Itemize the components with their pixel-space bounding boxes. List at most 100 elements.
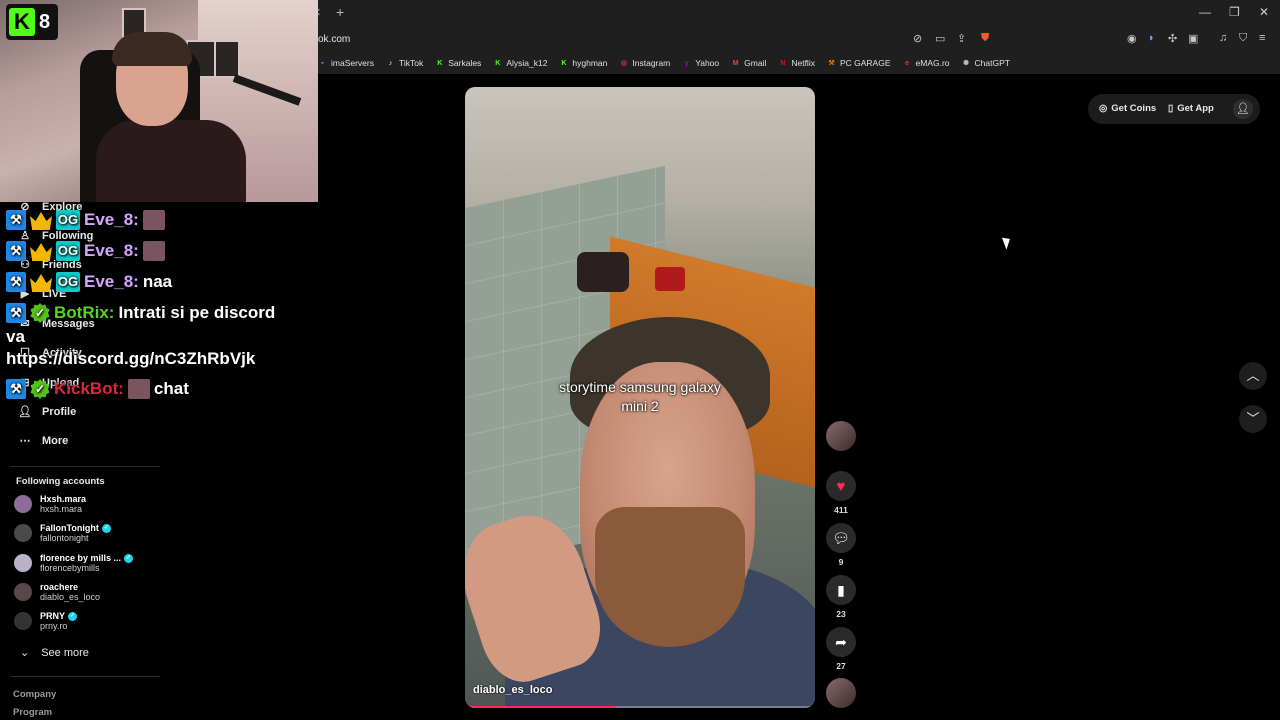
see-more-button[interactable]: ⌄ See more [20, 646, 89, 660]
bookmark-gmail[interactable]: M Gmail [731, 58, 767, 68]
music-disc-icon [826, 678, 856, 708]
menu-icon[interactable]: ≡ [1259, 32, 1265, 44]
moderator-hammer-icon: ⚒ [6, 303, 26, 323]
yahoo-icon: y [684, 59, 689, 67]
sidebar-item-label: Profile [42, 405, 77, 418]
profile-icon: 👤︎ [18, 406, 32, 418]
brave-shield-icon[interactable]: ⛊ [981, 32, 989, 45]
verified-icon: ✓ [124, 553, 134, 563]
bookmark-label: Netflix [791, 58, 815, 68]
chat-username: Eve_8: [84, 241, 139, 260]
url-input[interactable]: ok.com [318, 34, 350, 45]
vpn-shield-icon[interactable]: ⛉ [1239, 32, 1247, 45]
previous-video-button[interactable]: ︿ [1239, 362, 1267, 390]
restore-icon[interactable]: ❐ [1229, 5, 1240, 19]
verified-bot-icon: ✓ [30, 379, 50, 399]
server-icon: ▪ [321, 59, 324, 67]
save-button[interactable]: ▮ 23 [826, 575, 856, 619]
video-pot [577, 252, 629, 292]
chat-link[interactable]: https://discord.gg/nC3ZhRbVjk [6, 349, 255, 369]
crown-badge-icon [30, 243, 52, 261]
next-video-button[interactable]: ﹀ [1239, 405, 1267, 433]
verified-icon: ✓ [101, 523, 111, 533]
kick-logo: K 8 [6, 4, 58, 40]
bookmark-emag-ro[interactable]: e eMAG.ro [903, 58, 949, 68]
comment-button[interactable]: 💬︎ 9 [826, 523, 856, 567]
heart-icon: ♥ [826, 471, 856, 501]
share-button[interactable]: ➦ 27 [826, 627, 856, 671]
new-tab-button[interactable]: + [336, 4, 344, 20]
following-account-item[interactable]: PRNY ✓ prny.ro [14, 611, 78, 631]
get-coins-button[interactable]: ◎ Get Coins [1099, 103, 1156, 114]
cam-wall-picture [214, 40, 240, 78]
bookmark-sarkales[interactable]: K Sarkales [435, 58, 481, 68]
avatar [826, 421, 856, 451]
puzzle-icon[interactable]: ✣ [1168, 32, 1177, 45]
account-username: fallontonight [40, 533, 89, 543]
bookmark-yahoo[interactable]: y Yahoo [682, 58, 719, 68]
chat-username: Eve_8: [84, 210, 139, 229]
account-text: florence by mills ... ✓ florencebymills [40, 553, 134, 573]
no-tracking-icon[interactable]: ⊘ [913, 32, 922, 45]
kick-icon: K [495, 59, 501, 67]
music-disc-button[interactable] [826, 678, 856, 708]
get-app-label: Get App [1177, 103, 1214, 114]
extension-icon[interactable]: ◉ [1127, 32, 1137, 45]
share-arrow-icon: ➦ [826, 627, 856, 657]
avatar [14, 612, 32, 630]
bookmark-label: Alysia_k12 [506, 58, 548, 68]
crown-badge-icon [30, 212, 52, 230]
sidebar-item-label: More [42, 434, 69, 447]
logo-number: 8 [39, 10, 51, 33]
account-name: roachere [40, 582, 79, 592]
comment-icon: 💬︎ [826, 523, 856, 553]
moderator-hammer-icon: ⚒ [6, 241, 26, 261]
bookmark-imaservers[interactable]: ▪ imaServers [318, 58, 374, 68]
bookmark-instagram[interactable]: ◎ Instagram [619, 58, 670, 68]
creator-avatar-button[interactable] [826, 421, 856, 451]
media-icon[interactable]: ♫ [1219, 32, 1227, 44]
account-name: Hxsh.mara [40, 494, 87, 504]
bookmark-alysia-k12[interactable]: K Alysia_k12 [493, 58, 547, 68]
video-player[interactable]: storytime samsung galaxy mini 2 diablo_e… [465, 87, 815, 708]
sidebar-item-profile[interactable]: 👤︎ Profile [18, 405, 77, 419]
share-icon[interactable]: ⇪ [957, 32, 966, 45]
crown-badge-icon [30, 274, 52, 292]
minimize-icon[interactable]: — [1199, 5, 1211, 19]
cam-person-body [96, 120, 246, 202]
like-button[interactable]: ♥ 411 [826, 471, 856, 515]
bookmark-netflix[interactable]: N Netflix [778, 58, 815, 68]
og-badge-icon: OG [56, 210, 80, 230]
chat-message: ⚒ OG Eve_8: [6, 241, 165, 261]
close-window-icon[interactable]: ✕ [1259, 5, 1269, 19]
following-account-item[interactable]: Hxsh.mara hxsh.mara [14, 494, 86, 514]
sidebar-toggle-icon[interactable]: ▣ [1188, 32, 1198, 45]
bookmark-tiktok[interactable]: ♪ TikTok [386, 58, 424, 68]
video-author[interactable]: diablo_es_loco [473, 684, 552, 696]
following-account-item[interactable]: roachere diablo_es_loco [14, 582, 100, 602]
video-caption: storytime samsung galaxy mini 2 [465, 378, 815, 416]
og-badge-icon: OG [56, 241, 80, 261]
account-text: PRNY ✓ prny.ro [40, 611, 78, 631]
account-name-row: roachere [40, 582, 100, 592]
footer-program-link[interactable]: Program [13, 707, 52, 718]
bookmark-hyghman[interactable]: Khyghman [559, 58, 607, 68]
following-account-item[interactable]: florence by mills ... ✓ florencebymills [14, 553, 134, 573]
following-accounts-title: Following accounts [16, 476, 105, 487]
emote-icon [142, 210, 165, 230]
sidebar-item-more[interactable]: ⋯ More [18, 434, 69, 448]
footer-company-link[interactable]: Company [13, 689, 56, 700]
like-count: 411 [834, 505, 848, 515]
bookmark-chatgpt[interactable]: ✺ ChatGPT [962, 58, 1010, 68]
webcam-overlay: K 8 [0, 0, 318, 202]
bookmark-pc-garage[interactable]: ⚒ PC GARAGE [827, 58, 891, 68]
get-app-button[interactable]: ▯ Get App [1168, 103, 1214, 114]
screen-icon[interactable]: ▭ [935, 32, 945, 45]
netflix-icon: N [780, 59, 786, 67]
caption-line: mini 2 [621, 398, 659, 414]
wallet-icon[interactable]: ◗ [1148, 32, 1155, 44]
chat-username: Eve_8: [84, 272, 139, 291]
user-profile-icon[interactable]: 👤︎ [1233, 99, 1253, 119]
bookmark-label: PC GARAGE [839, 58, 891, 68]
following-account-item[interactable]: FallonTonight ✓ fallontonight [14, 523, 111, 543]
